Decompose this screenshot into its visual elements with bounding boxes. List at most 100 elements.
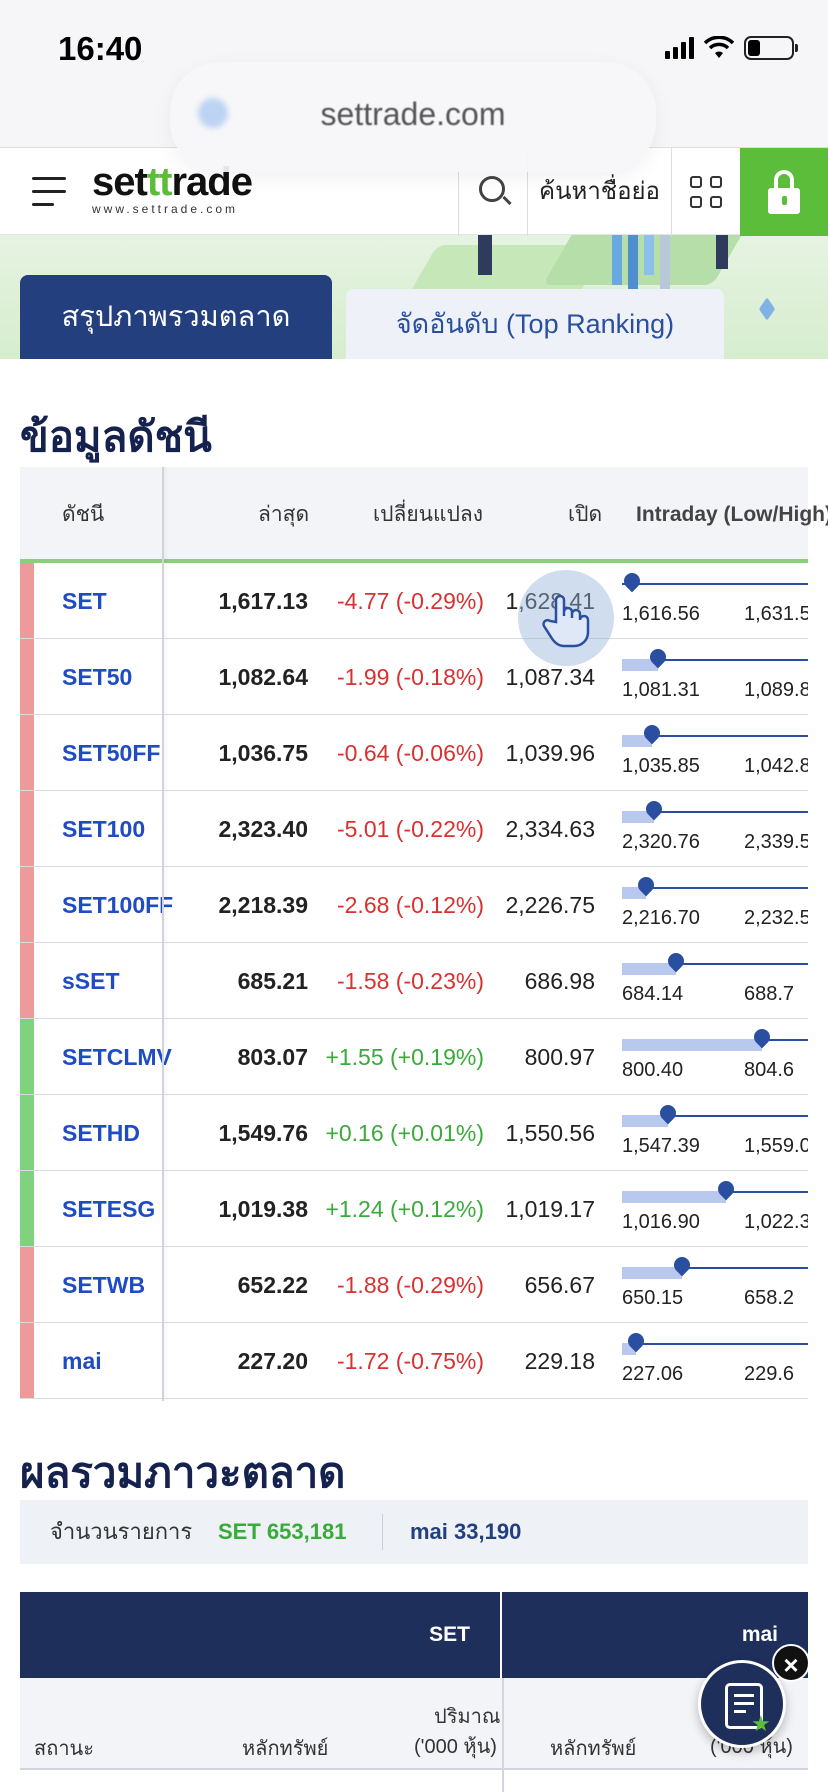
intraday-high: 1,631.5 xyxy=(744,603,808,625)
tab-scroll-icon[interactable] xyxy=(756,302,778,316)
intraday-range-bar: 227.06 229.6 xyxy=(622,1323,808,1398)
trend-flag xyxy=(20,943,34,1018)
set-transaction-count: SET 653,181 xyxy=(218,1519,347,1544)
col-securities-mai: หลักทรัพย์ xyxy=(550,1738,637,1760)
index-change: -1.58 (-0.23%) xyxy=(336,968,484,994)
market-section-title: ผลรวมภาวะตลาด xyxy=(20,1449,346,1496)
trend-flag xyxy=(20,1247,34,1322)
intraday-high: 2,232.5 xyxy=(744,907,808,929)
index-change: -5.01 (-0.22%) xyxy=(336,816,484,842)
frozen-column-divider xyxy=(162,467,164,1401)
group-set: SET xyxy=(20,1592,502,1678)
index-last: 227.20 xyxy=(237,1348,308,1374)
index-symbol[interactable]: SET50FF xyxy=(62,715,160,790)
index-row-mai[interactable]: mai 227.20 -1.72 (-0.75%) 229.18 227.06 229.6 xyxy=(20,1323,808,1399)
index-row-sethd[interactable]: SETHD 1,549.76 +0.16 (+0.01%) 1,550.56 1,547… xyxy=(20,1095,808,1171)
index-row-setclmv[interactable]: SETCLMV 803.07 +1.55 (+0.19%) 800.97 800.40 8… xyxy=(20,1019,808,1095)
index-symbol[interactable]: SET100FF xyxy=(62,867,173,942)
index-symbol[interactable]: sSET xyxy=(62,943,120,1018)
index-open: 656.67 xyxy=(524,1272,595,1298)
index-symbol[interactable]: SET xyxy=(62,563,107,638)
market-summary-table: SET mai สถานะ หลักทรัพย์ ปริมาณ ('000 หุ… xyxy=(20,1592,808,1792)
intraday-range-bar: 800.40 804.6 xyxy=(622,1019,808,1094)
intraday-low: 2,216.70 xyxy=(622,907,700,929)
index-symbol[interactable]: SETHD xyxy=(62,1095,140,1170)
intraday-high: 1,089.8 xyxy=(744,679,808,701)
wifi-icon xyxy=(704,36,734,58)
intraday-low: 227.06 xyxy=(622,1363,684,1385)
intraday-low: 1,616.56 xyxy=(622,603,700,625)
index-symbol[interactable]: SET100 xyxy=(62,791,145,866)
apps-grid-icon[interactable] xyxy=(672,148,740,236)
intraday-low: 2,320.76 xyxy=(622,831,700,853)
index-table: ดัชนี ล่าสุด เปลี่ยนแปลง เปิด Intraday (… xyxy=(20,467,828,1399)
trend-flag xyxy=(20,1019,34,1094)
tab-market-summary[interactable]: สรุปภาพรวมตลาด xyxy=(20,275,332,359)
trend-flag xyxy=(20,1171,34,1246)
col-volume-set-line2: ('000 หุ้น) xyxy=(414,1736,497,1758)
watchlist-fab[interactable]: ★ xyxy=(698,1660,786,1748)
index-open: 1,019.17 xyxy=(505,1196,595,1222)
status-time: 16:40 xyxy=(58,30,143,67)
index-last: 2,218.39 xyxy=(218,892,308,918)
index-symbol[interactable]: SETWB xyxy=(62,1247,145,1322)
index-table-body: SET 1,617.13 -4.77 (-0.29%) 1,628.41 1,616.5… xyxy=(20,563,808,1399)
index-symbol[interactable]: SETCLMV xyxy=(62,1019,172,1094)
intraday-high: 658.2 xyxy=(744,1287,795,1309)
range-fill xyxy=(622,1267,682,1279)
intraday-low: 1,081.31 xyxy=(622,679,700,701)
header-intraday: Intraday (Low/High) xyxy=(636,503,828,526)
index-row-set50[interactable]: SET50 1,082.64 -1.99 (-0.18%) 1,087.34 1,081… xyxy=(20,639,808,715)
logo-part: set xyxy=(92,160,148,204)
index-open: 229.18 xyxy=(524,1348,595,1374)
market-table-column-header: สถานะ หลักทรัพย์ ปริมาณ ('000 หุ้น) หลัก… xyxy=(20,1678,808,1770)
login-button[interactable] xyxy=(740,148,828,236)
trend-flag xyxy=(20,715,34,790)
index-row-set50ff[interactable]: SET50FF 1,036.75 -0.64 (-0.06%) 1,039.96 1,0… xyxy=(20,715,808,791)
intraday-range-bar: 1,081.31 1,089.8 xyxy=(622,639,808,714)
star-icon: ★ xyxy=(751,1711,771,1736)
col-volume-set-line1: ปริมาณ xyxy=(434,1706,501,1728)
address-bar[interactable]: settrade.com xyxy=(170,62,656,172)
index-last: 1,036.75 xyxy=(218,740,308,766)
intraday-low: 650.15 xyxy=(622,1287,684,1309)
header-change: เปลี่ยนแปลง xyxy=(373,503,484,526)
index-open: 686.98 xyxy=(524,968,595,994)
index-symbol[interactable]: SET50 xyxy=(62,639,132,714)
mai-transaction-count: mai 33,190 xyxy=(410,1519,522,1544)
hand-pointer-icon xyxy=(542,594,590,648)
index-last: 652.22 xyxy=(237,1272,308,1298)
index-row-set100[interactable]: SET100 2,323.40 -5.01 (-0.22%) 2,334.63 2,32… xyxy=(20,791,808,867)
index-last: 685.21 xyxy=(237,968,308,994)
index-symbol[interactable]: mai xyxy=(62,1323,102,1398)
menu-icon[interactable] xyxy=(32,177,66,207)
intraday-low: 800.40 xyxy=(622,1059,684,1081)
intraday-high: 1,559.0 xyxy=(744,1135,808,1157)
range-fill xyxy=(622,1191,726,1203)
tab-top-ranking[interactable]: จัดอันดับ (Top Ranking) xyxy=(346,289,724,359)
index-open: 1,039.96 xyxy=(505,740,595,766)
index-row-set[interactable]: SET 1,617.13 -4.77 (-0.29%) 1,628.41 1,616.5… xyxy=(20,563,808,639)
index-open: 2,334.63 xyxy=(505,816,595,842)
index-change: -1.88 (-0.29%) xyxy=(336,1272,484,1298)
battery-icon xyxy=(744,36,798,60)
index-row-set100ff[interactable]: SET100FF 2,218.39 -2.68 (-0.12%) 2,226.75 2,… xyxy=(20,867,808,943)
logo-part: tt xyxy=(146,160,173,204)
current-marker-icon xyxy=(620,569,644,593)
range-fill xyxy=(622,1039,762,1051)
trend-flag xyxy=(20,791,34,866)
index-row-sset[interactable]: sSET 685.21 -1.58 (-0.23%) 686.98 684.14 688.… xyxy=(20,943,808,1019)
intraday-low: 1,035.85 xyxy=(622,755,700,777)
index-row-setwb[interactable]: SETWB 652.22 -1.88 (-0.29%) 656.67 650.15 658… xyxy=(20,1247,808,1323)
header-last: ล่าสุด xyxy=(258,503,310,526)
intraday-range-bar: 1,016.90 1,022.3 xyxy=(622,1171,808,1246)
col-securities-set: หลักทรัพย์ xyxy=(242,1738,329,1760)
intraday-high: 2,339.5 xyxy=(744,831,808,853)
intraday-low: 684.14 xyxy=(622,983,684,1005)
close-icon[interactable]: × xyxy=(772,1644,810,1682)
index-change: -0.64 (-0.06%) xyxy=(336,740,484,766)
url-text: settrade.com xyxy=(320,96,506,132)
index-symbol[interactable]: SETESG xyxy=(62,1171,155,1246)
index-row-setesg[interactable]: SETESG 1,019.38 +1.24 (+0.12%) 1,019.17 1,01… xyxy=(20,1171,808,1247)
trend-flag xyxy=(20,1095,34,1170)
